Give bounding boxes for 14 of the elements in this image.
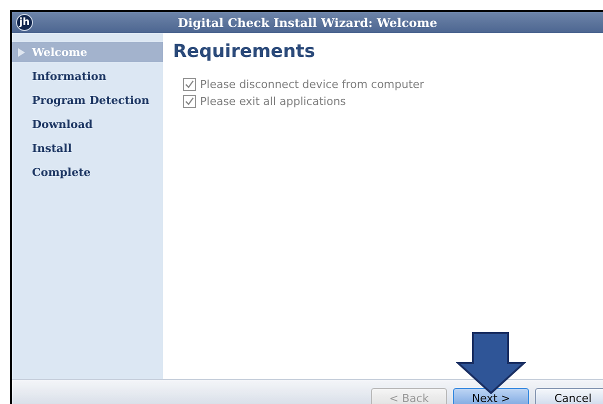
checkbox-label: Please disconnect device from computer [200, 78, 424, 91]
section-heading: Requirements [173, 41, 316, 62]
step-item[interactable]: Information [12, 66, 163, 86]
logo-icon: jh [16, 14, 33, 31]
step-item[interactable]: Download [12, 114, 163, 134]
checkbox-label: Please exit all applications [200, 95, 346, 108]
down-arrow-icon [456, 332, 526, 394]
wizard-button[interactable]: Next > [453, 388, 529, 404]
triangle-icon [18, 48, 25, 57]
step-item[interactable]: Complete [12, 162, 163, 182]
window-title: Digital Check Install Wizard: Welcome [176, 16, 438, 30]
step-item[interactable]: Install [12, 138, 163, 158]
step-item[interactable]: Program Detection [12, 90, 163, 110]
wizard-button[interactable]: Cancel [535, 388, 603, 404]
